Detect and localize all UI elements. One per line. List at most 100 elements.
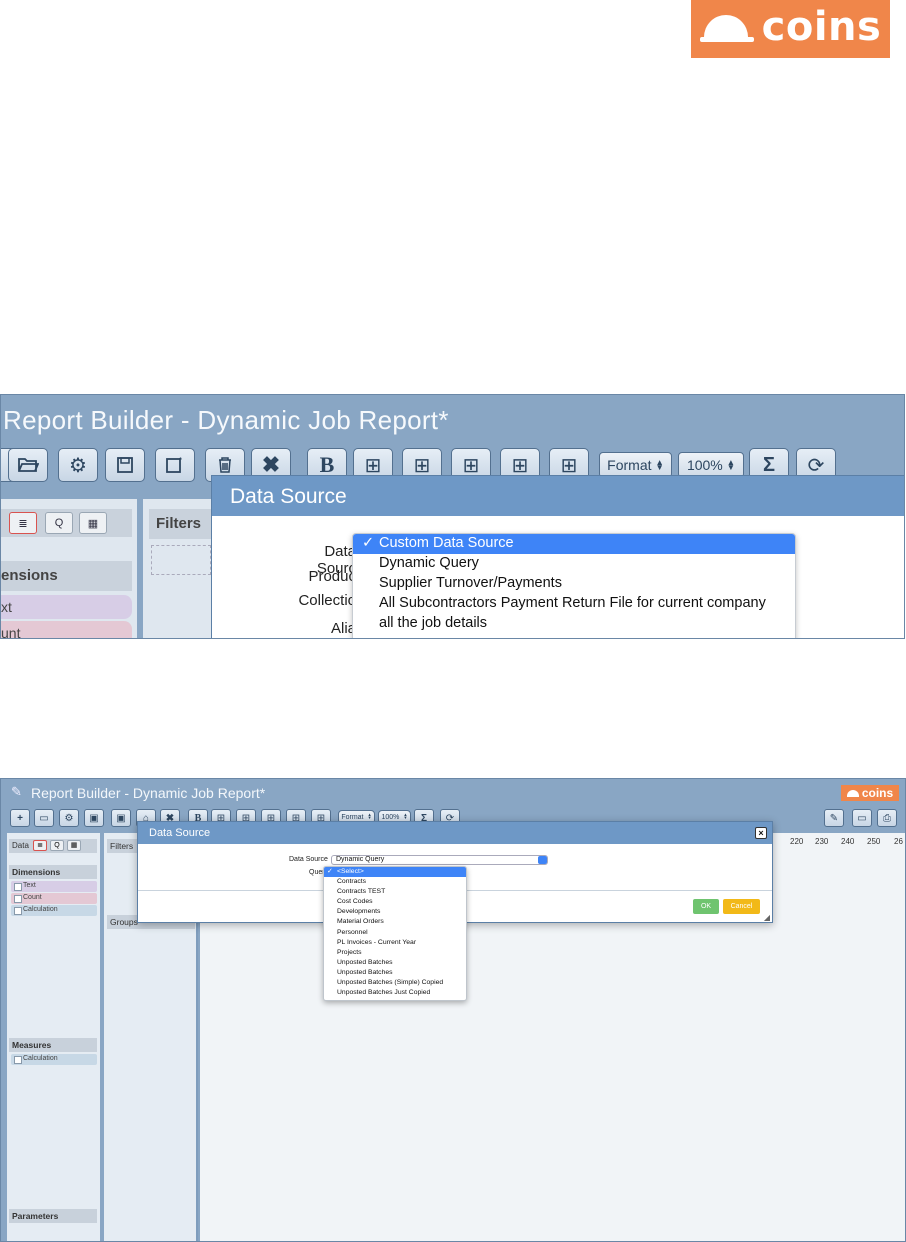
brand-text: coins	[861, 786, 894, 800]
dropdown-option[interactable]: Unposted Batches	[324, 958, 466, 968]
dimension-item-calculation[interactable]: Calculation	[11, 905, 97, 916]
data-source-select[interactable]: Dynamic Query	[331, 855, 548, 865]
dropdown-option[interactable]: all the job details	[353, 614, 795, 634]
save-as-button[interactable]: ▣	[111, 809, 131, 827]
refresh-icon: ⟳	[807, 454, 825, 477]
dropdown-option[interactable]: Projects	[324, 948, 466, 958]
save-button[interactable]	[105, 448, 145, 482]
checkmark-icon: ✓	[362, 535, 375, 551]
ruler-tick: 250	[867, 837, 881, 846]
option-label: Custom Data Source	[379, 535, 514, 551]
table-icon: ⊞	[413, 454, 431, 477]
dimensions-header: Dimensions	[9, 865, 97, 879]
dropdown-option[interactable]: Dynamic Query	[353, 554, 795, 574]
print-button[interactable]: ⎙	[877, 809, 897, 827]
dropdown-option[interactable]: Unposted Batches	[324, 968, 466, 978]
dropdown-option[interactable]: All Subcontractors Payment Return File f…	[353, 594, 795, 614]
close-icon[interactable]: ×	[755, 827, 767, 839]
dropdown-option[interactable]: PL Invoices - Current Year	[324, 938, 466, 948]
hard-hat-icon	[846, 789, 859, 797]
save-as-button[interactable]: *	[155, 448, 195, 482]
floppy-star-icon: *	[166, 456, 182, 473]
monitor-icon: ▭	[857, 812, 867, 824]
dropdown-option[interactable]: Material Orders	[324, 917, 466, 927]
checkmark-icon: ✓	[327, 868, 333, 875]
dropdown-option-selected[interactable]: ✓ Custom Data Source	[353, 534, 795, 554]
sidebar: Data ≣ Q ▦ Dimensions Text Count Calcula…	[7, 833, 100, 1241]
zoomed-report-builder: Report Builder - Dynamic Job Report* ⚙ *…	[0, 394, 905, 639]
table-icon: ⊞	[364, 454, 382, 477]
resize-handle-icon[interactable]: ◢	[764, 913, 770, 922]
dropdown-option-selected[interactable]: ✓ <Select>	[324, 867, 466, 878]
filters-dropzone[interactable]	[151, 545, 211, 575]
tab-layout[interactable]: ▦	[67, 840, 81, 851]
tab-database[interactable]: ≣	[33, 840, 47, 851]
app-title: Report Builder - Dynamic Job Report*	[3, 405, 449, 435]
settings-button[interactable]: ⚙	[58, 448, 98, 482]
preview-button[interactable]: ▭	[852, 809, 872, 827]
tab-query[interactable]: Q	[45, 512, 73, 534]
tab-database[interactable]: ≣	[9, 512, 37, 534]
sidebar-tabs: Data ≣ Q ▦	[9, 839, 97, 853]
table-icon: ⊞	[462, 454, 480, 477]
sidebar-tabs: ≣ Q ▦	[1, 509, 132, 537]
floppy-star-icon: ▣	[116, 812, 126, 824]
open-button[interactable]: ▭	[34, 809, 54, 827]
database-icon: ≣	[18, 517, 28, 530]
folder-icon: ▭	[39, 812, 49, 824]
dimension-item-count[interactable]: unt	[1, 621, 132, 638]
collection-label: Collectio	[298, 592, 356, 609]
sidebar: ≣ Q ▦ ensions xt unt	[1, 499, 137, 638]
select-arrows-icon: ▲ ▼	[367, 812, 372, 820]
dimension-item-text[interactable]: xt	[1, 595, 132, 619]
dropdown-option[interactable]: Developments	[324, 907, 466, 917]
plus-icon: +	[17, 812, 23, 824]
full-report-builder: ✎ Report Builder - Dynamic Job Report* c…	[0, 778, 906, 1242]
select-arrows-icon: ▲ ▼	[655, 456, 664, 472]
trash-icon	[219, 457, 231, 473]
select-arrows-icon: ▲ ▼	[403, 812, 408, 820]
dropdown-option[interactable]: Unposted Batches (Simple) Copied	[324, 978, 466, 988]
folder-icon	[18, 458, 39, 472]
dialog-title: Data Source	[212, 476, 904, 516]
edit-icon: ✎	[829, 812, 839, 824]
dropdown-option[interactable]: Personnel	[324, 928, 466, 938]
table-icon: ⊞	[511, 454, 529, 477]
dropdown-option[interactable]: Cost Codes	[324, 897, 466, 907]
floppy-icon: ▣	[89, 812, 99, 824]
filters-panel: Filters	[143, 499, 213, 638]
filters-header: Filters	[149, 509, 213, 539]
dimension-item-text[interactable]: Text	[11, 881, 97, 892]
format-select-value: Format	[607, 457, 652, 473]
data-label: Data	[12, 841, 29, 850]
new-button[interactable]: +	[10, 809, 30, 827]
tab-query[interactable]: Q	[50, 840, 64, 851]
cancel-button[interactable]: Cancel	[723, 899, 760, 914]
grid-icon: ▦	[87, 517, 99, 530]
floppy-icon	[117, 457, 133, 473]
table-icon: ⊞	[560, 454, 578, 477]
app-title: Report Builder - Dynamic Job Report*	[31, 785, 266, 801]
edit-button[interactable]: ✎	[824, 809, 844, 827]
tab-layout[interactable]: ▦	[79, 512, 107, 534]
measure-item-calculation[interactable]: Calculation	[11, 1054, 97, 1065]
printer-icon: ⎙	[883, 812, 891, 824]
settings-button[interactable]: ⚙	[59, 809, 79, 827]
report-builder-icon: ✎	[11, 784, 22, 799]
dimensions-header: ensions	[1, 561, 132, 591]
ruler-tick: 240	[841, 837, 855, 846]
save-button[interactable]: ▣	[84, 809, 104, 827]
dropdown-option[interactable]: Supplier Turnover/Payments	[353, 574, 795, 594]
data-source-value: Dynamic Query	[336, 856, 385, 863]
ruler-tick: 220	[790, 837, 804, 846]
open-button[interactable]	[8, 448, 48, 482]
data-source-dropdown[interactable]: ✓ Custom Data Source Dynamic Query Suppli…	[352, 533, 796, 638]
select-arrows-icon: ▲ ▼	[726, 456, 736, 472]
dropdown-option[interactable]: Contracts	[324, 877, 466, 887]
dropdown-option[interactable]: Unposted Batches Just Copied	[324, 988, 466, 998]
parameters-header: Parameters	[9, 1209, 97, 1223]
dimension-item-count[interactable]: Count	[11, 893, 97, 904]
query-dropdown[interactable]: ✓ <Select> Contracts Contracts TEST Cost …	[323, 866, 467, 1001]
ok-button[interactable]: OK	[693, 899, 719, 914]
dropdown-option[interactable]: Contracts TEST	[324, 887, 466, 897]
